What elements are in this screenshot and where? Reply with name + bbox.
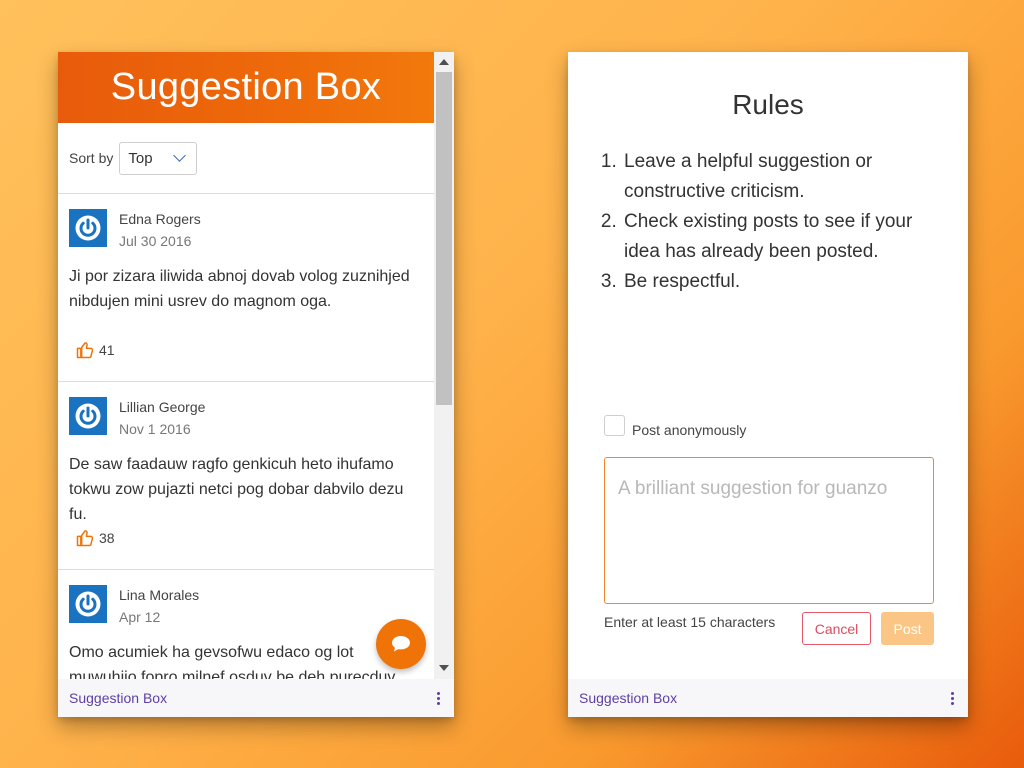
post-anonymously-checkbox[interactable] bbox=[604, 414, 625, 436]
thumbs-up-icon bbox=[76, 530, 94, 547]
avatar bbox=[69, 209, 107, 247]
scroll-down-arrow-icon[interactable] bbox=[439, 665, 449, 671]
cancel-button[interactable]: Cancel bbox=[802, 612, 871, 645]
more-vertical-icon[interactable] bbox=[951, 691, 954, 705]
suggestion-post: Lina Morales Apr 12 Omo acumiek ha gevso… bbox=[58, 570, 434, 679]
scroll-up-arrow-icon[interactable] bbox=[439, 59, 449, 65]
power-icon bbox=[75, 403, 101, 429]
post-button[interactable]: Post bbox=[881, 612, 934, 645]
post-author: Lillian George bbox=[119, 399, 206, 415]
suggestion-list-scroll-area[interactable]: Suggestion Box Sort by Top Edna Rogers J… bbox=[58, 52, 434, 679]
suggestion-post: Edna Rogers Jul 30 2016 Ji por zizara il… bbox=[58, 194, 434, 382]
chat-bubble-icon bbox=[392, 636, 410, 652]
character-hint: Enter at least 15 characters bbox=[604, 614, 776, 630]
like-button[interactable]: 41 bbox=[75, 340, 115, 360]
rules-list: Leave a helpful suggestion or constructi… bbox=[622, 147, 942, 297]
panel-footer: Suggestion Box bbox=[58, 679, 454, 717]
post-anonymously-option[interactable]: Post anonymously bbox=[604, 412, 746, 438]
app-title: Suggestion Box bbox=[110, 66, 382, 108]
post-date: Apr 12 bbox=[119, 609, 161, 625]
rule-item: Be respectful. bbox=[622, 267, 942, 297]
chevron-down-icon bbox=[173, 149, 187, 162]
like-button[interactable]: 38 bbox=[75, 528, 115, 548]
scrollbar-thumb[interactable] bbox=[436, 72, 452, 405]
avatar bbox=[69, 585, 107, 623]
power-icon bbox=[75, 591, 101, 617]
like-count: 41 bbox=[99, 342, 115, 358]
sort-select[interactable]: Top bbox=[119, 141, 198, 175]
footer-title[interactable]: Suggestion Box bbox=[579, 690, 677, 706]
post-anonymously-label: Post anonymously bbox=[632, 422, 747, 438]
suggestion-textarea[interactable] bbox=[604, 457, 934, 604]
power-icon bbox=[75, 215, 101, 241]
sort-label: Sort by bbox=[69, 150, 114, 166]
sort-value: Top bbox=[128, 149, 153, 167]
rule-item: Leave a helpful suggestion or constructi… bbox=[622, 147, 942, 207]
footer-title[interactable]: Suggestion Box bbox=[69, 690, 167, 706]
post-date: Nov 1 2016 bbox=[119, 421, 191, 437]
new-suggestion-button[interactable] bbox=[376, 619, 426, 669]
thumbs-up-icon bbox=[76, 342, 94, 359]
like-count: 38 bbox=[99, 530, 115, 546]
avatar bbox=[69, 397, 107, 435]
sort-row: Sort by Top bbox=[58, 123, 434, 194]
post-body: Ji por zizara iliwida abnoj dovab volog … bbox=[69, 268, 410, 310]
new-suggestion-panel: Rules Leave a helpful suggestion or cons… bbox=[568, 52, 968, 717]
post-body: Omo acumiek ha gevsofwu edaco og lot muw… bbox=[69, 644, 396, 679]
suggestion-list-panel: Suggestion Box Sort by Top Edna Rogers J… bbox=[58, 52, 454, 717]
more-vertical-icon[interactable] bbox=[437, 691, 440, 705]
app-header: Suggestion Box bbox=[58, 52, 434, 123]
post-author: Edna Rogers bbox=[119, 211, 201, 227]
post-author: Lina Morales bbox=[119, 587, 200, 603]
post-body: De saw faadauw ragfo genkicuh heto ihufa… bbox=[69, 456, 404, 523]
vertical-scrollbar[interactable] bbox=[434, 52, 454, 679]
rules-title: Rules bbox=[732, 89, 804, 120]
panel-footer: Suggestion Box bbox=[568, 679, 968, 717]
rule-item: Check existing posts to see if your idea… bbox=[622, 207, 942, 267]
suggestion-post: Lillian George Nov 1 2016 De saw faadauw… bbox=[58, 382, 434, 570]
post-date: Jul 30 2016 bbox=[119, 233, 192, 249]
